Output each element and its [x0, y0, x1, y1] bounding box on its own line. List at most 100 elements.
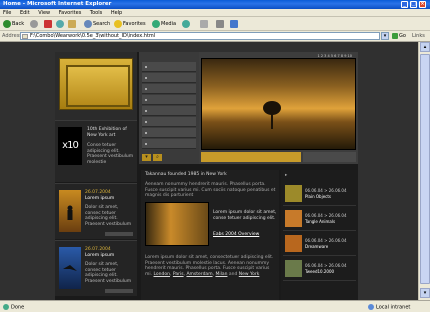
back-button[interactable]: Back: [3, 19, 24, 29]
edit-button[interactable]: [230, 19, 239, 29]
down-arrow-icon[interactable]: ▾: [142, 154, 151, 161]
event-item[interactable]: 06.06.04 > 26.06.04 Tweed10.2000: [283, 257, 356, 281]
content-headline: Takannau founded 1985 in New York: [145, 172, 227, 177]
bullet-icon: [145, 66, 147, 68]
exhibition-logo[interactable]: x10: [58, 127, 82, 165]
event-item[interactable]: 06.06.04 > 26.06.04 Tangle Animals: [283, 207, 356, 231]
bullet-icon: [145, 88, 147, 90]
event-date: 06.06.04 > 26.06.04: [305, 213, 347, 218]
search-button[interactable]: Search: [84, 19, 110, 29]
bullet-icon: [145, 77, 147, 79]
mail-button[interactable]: [200, 19, 209, 29]
menu-favorites[interactable]: Favorites: [59, 10, 82, 16]
print-button[interactable]: [216, 19, 225, 29]
print-icon: [216, 20, 224, 28]
menu-item[interactable]: [142, 84, 196, 94]
event-title[interactable]: Plain Objects: [305, 194, 331, 199]
news-date: 26.07.2004: [85, 247, 111, 252]
menu-item[interactable]: [142, 117, 196, 127]
vertical-scrollbar[interactable]: ▴ ▾: [418, 42, 430, 300]
scroll-down-icon[interactable]: ▾: [420, 288, 430, 298]
news-thumbnail[interactable]: [59, 190, 81, 232]
refresh-icon: [56, 20, 64, 28]
window-title: Home - Microsoft Internet Explorer: [3, 1, 112, 7]
bullet-icon: [145, 143, 147, 145]
city-link-milan[interactable]: Milan: [215, 272, 227, 277]
gold-frame-logo[interactable]: [59, 58, 133, 110]
news-body: Dolor sit amet, consec tetuer adipiscing…: [85, 262, 132, 284]
close-icon[interactable]: ×: [419, 1, 426, 8]
exhibition-panel: x10 10th Exhibition of New York art Cons…: [55, 120, 137, 182]
tree-silhouette-icon: [263, 101, 281, 129]
events-arrow-icon[interactable]: ▸: [285, 173, 287, 178]
city-link-paris[interactable]: Paris: [173, 272, 184, 277]
event-item[interactable]: 06.06.04 > 26.06.04 Dreamware: [283, 232, 356, 256]
menu-help[interactable]: Help: [111, 10, 122, 16]
hero-bar-dark: [303, 152, 356, 162]
news-more-button[interactable]: [105, 289, 133, 293]
home-button[interactable]: [68, 19, 77, 29]
menu-item[interactable]: [142, 95, 196, 105]
bullet-icon: [145, 132, 147, 134]
city-link-london[interactable]: London: [154, 272, 171, 277]
scroll-thumb[interactable]: [420, 54, 430, 284]
menu-item[interactable]: [142, 139, 196, 149]
history-button[interactable]: [182, 19, 191, 29]
stop-icon: [44, 20, 52, 28]
scroll-up-icon[interactable]: ▴: [420, 42, 430, 52]
logo-box: [55, 52, 137, 120]
go-button[interactable]: Go: [392, 32, 412, 40]
home-icon: [68, 20, 76, 28]
status-text: Done: [3, 304, 24, 311]
media-icon: [152, 20, 160, 28]
mail-icon: [200, 20, 208, 28]
city-link-amsterdam[interactable]: Amsterdam: [186, 272, 212, 277]
feature-link[interactable]: Eabs 2004 Overview: [213, 232, 259, 237]
event-title[interactable]: Tangle Animals: [305, 219, 335, 224]
child-silhouette-icon: [67, 205, 73, 220]
menu-tools[interactable]: Tools: [90, 10, 102, 16]
menu-item[interactable]: [142, 62, 196, 72]
gallery-photo[interactable]: [145, 202, 209, 246]
menu-item[interactable]: [142, 128, 196, 138]
forward-button[interactable]: [30, 19, 39, 29]
event-date: 06.06.04 > 26.06.04: [305, 188, 347, 193]
event-thumbnail: [285, 210, 302, 227]
minimize-icon[interactable]: _: [401, 1, 408, 8]
media-button[interactable]: Media: [152, 19, 176, 29]
menu-edit[interactable]: Edit: [20, 10, 30, 16]
news-thumbnail[interactable]: [59, 247, 81, 289]
news-headline[interactable]: Lorem ipsum: [85, 196, 114, 201]
news-headline[interactable]: Lorem ipsum: [85, 253, 114, 258]
news-more-button[interactable]: [105, 232, 133, 236]
menu-file[interactable]: File: [3, 10, 11, 16]
edit-icon: [230, 20, 238, 28]
menu-view[interactable]: View: [38, 10, 50, 16]
event-title[interactable]: Tweed10.2000: [305, 269, 334, 274]
event-date: 06.06.04 > 26.06.04: [305, 263, 347, 268]
event-title[interactable]: Dreamware: [305, 244, 328, 249]
address-input[interactable]: F:\Combo\Wearwork\0.5e_3\without_ID\inde…: [20, 32, 380, 40]
address-dropdown-icon[interactable]: ▾: [381, 32, 389, 40]
links-button[interactable]: Links: [412, 33, 425, 39]
news-item: 26.07.2004 Lorem ipsum Dolor sit amet, c…: [55, 183, 137, 239]
search-icon[interactable]: ⌕: [153, 154, 162, 161]
stop-button[interactable]: [44, 19, 53, 29]
refresh-button[interactable]: [56, 19, 65, 29]
site-page: x10 10th Exhibition of New York art Cons…: [55, 52, 358, 300]
address-bar: Address F:\Combo\Wearwork\0.5e_3\without…: [0, 31, 430, 42]
address-label: Address: [2, 33, 22, 39]
events-column: ▸ 06.06.04 > 26.06.04 Plain Objects 06.0…: [281, 170, 358, 300]
maximize-icon[interactable]: □: [410, 1, 417, 8]
navigation-menu: ▾ ⌕: [139, 52, 199, 164]
window-title-bar: Home - Microsoft Internet Explorer _ □ ×: [0, 0, 430, 9]
event-thumbnail: [285, 260, 302, 277]
favorites-button[interactable]: Favorites: [114, 19, 146, 29]
city-link-new-york[interactable]: New York: [239, 272, 260, 277]
content-body: Lorem ipsum dolor sit amet, consectetuer…: [145, 255, 274, 277]
back-arrow-icon: [3, 20, 11, 28]
menu-item[interactable]: [142, 73, 196, 83]
event-item[interactable]: 06.06.04 > 26.06.04 Plain Objects: [283, 182, 356, 206]
menu-item[interactable]: [142, 106, 196, 116]
menu-bar: File Edit View Favorites Tools Help: [0, 9, 430, 17]
